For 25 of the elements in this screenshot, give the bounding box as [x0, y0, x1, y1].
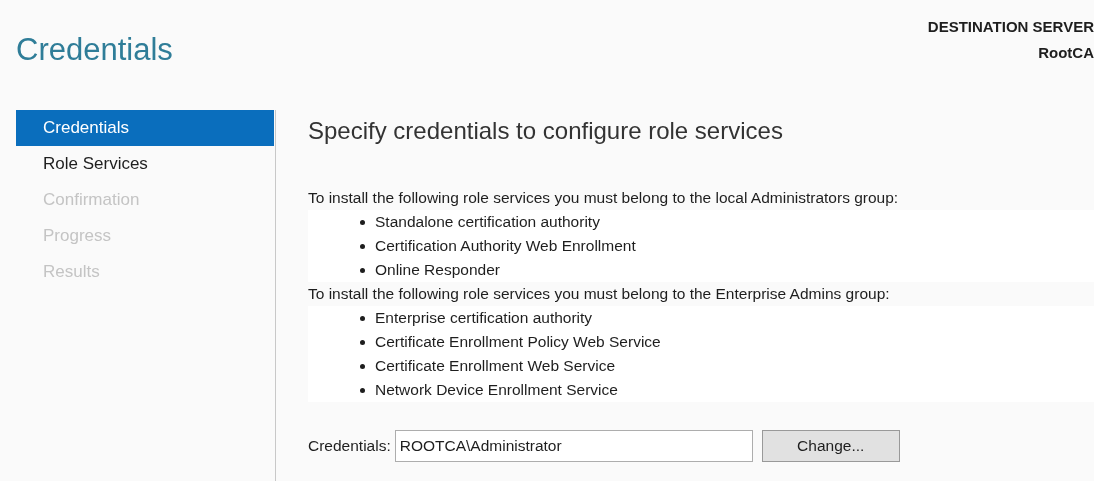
credentials-label: Credentials:: [308, 437, 391, 455]
role-service-text: Enterprise certification authority: [375, 309, 593, 327]
role-service-text: Certification Authority Web Enrollment: [375, 237, 636, 255]
bullet-icon: [360, 219, 365, 225]
bullet-icon: [360, 243, 365, 249]
requirement-text: To install the following role services you must belong to the local Administrators group:: [308, 188, 900, 208]
bullet-icon: [360, 267, 365, 273]
destination-server-label: DESTINATION SERVER: [927, 18, 1094, 36]
bullet-icon: [360, 387, 365, 393]
page-title: Credentials: [16, 31, 173, 69]
change-button[interactable]: Change...: [761, 430, 900, 462]
role-service-text: Certificate Enrollment Web Service: [375, 357, 616, 375]
role-service-text: Network Device Enrollment Service: [375, 381, 618, 399]
bullet-icon: [360, 315, 365, 321]
requirement-text: To install the following role services you must belong to the Enterprise Admins group:: [308, 284, 891, 304]
role-service-text: Standalone certification authority: [375, 213, 600, 231]
bullet-icon: [360, 363, 365, 369]
sidebar-item[interactable]: Credentials: [16, 110, 274, 146]
bullet-icon: [360, 339, 365, 345]
role-service-text: Online Responder: [375, 261, 500, 279]
sidebar-item[interactable]: Role Services: [16, 146, 274, 182]
role-service-text: Certificate Enrollment Policy Web Service: [375, 333, 661, 351]
server-name: RootCA: [1038, 44, 1094, 62]
section-heading: Specify credentials to configure role services: [308, 116, 784, 146]
credentials-field[interactable]: ROOTCA\Administrator: [394, 430, 753, 462]
